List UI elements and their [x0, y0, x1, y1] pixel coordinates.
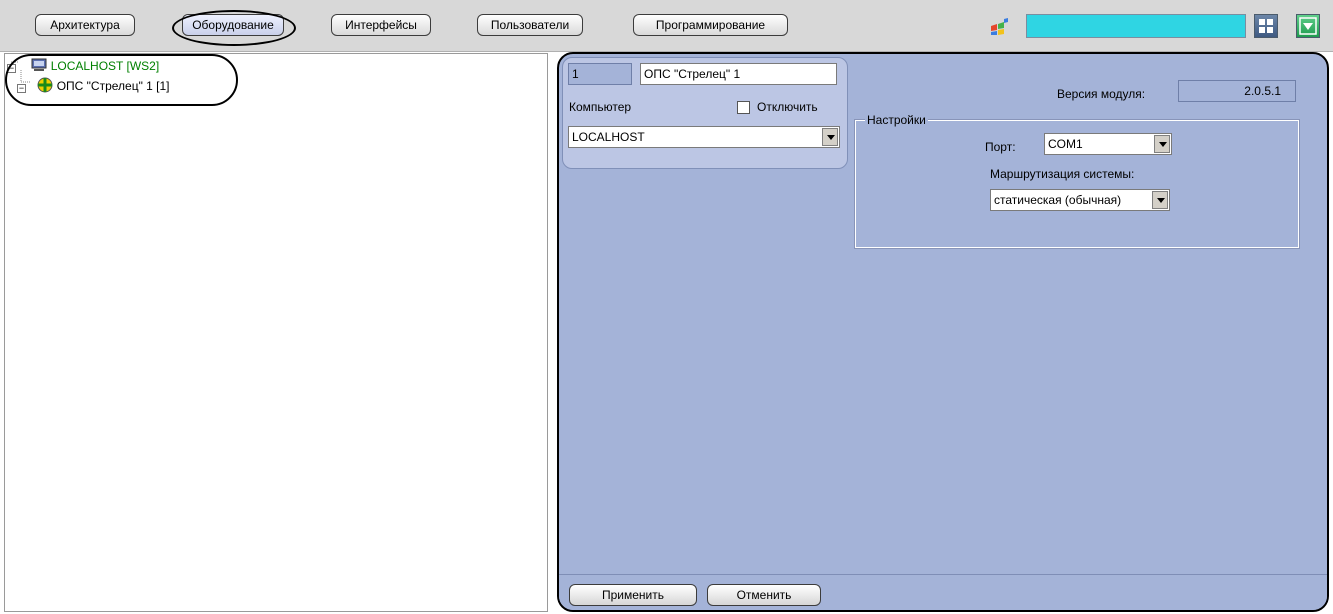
action-bar: Применить Отменить — [559, 574, 1327, 610]
routing-select-value: статическая (обычная) — [994, 193, 1122, 207]
layout-grid-icon[interactable] — [1254, 14, 1278, 38]
settings-panel: 1 ОПС "Стрелец" 1 Компьютер Отключить LO… — [557, 52, 1329, 612]
module-version-field: 2.0.5.1 — [1178, 80, 1296, 102]
object-card: 1 ОПС "Стрелец" 1 Компьютер Отключить LO… — [562, 57, 848, 169]
object-id-field[interactable]: 1 — [568, 63, 632, 85]
computer-select-value: LOCALHOST — [572, 130, 645, 144]
windows-flag-icon[interactable] — [988, 18, 1010, 36]
settings-group-title: Настройки — [865, 113, 928, 127]
tab-equipment[interactable]: Оборудование — [182, 14, 284, 36]
computer-select[interactable]: LOCALHOST — [568, 126, 840, 148]
tree-item-strelets[interactable]: − ОПС "Стрелец" 1 [1] — [17, 74, 170, 93]
tree-item-label: LOCALHOST [WS2] — [50, 59, 160, 73]
top-toolbar: Архитектура Оборудование Интерфейсы Поль… — [0, 0, 1333, 52]
routing-select[interactable]: статическая (обычная) — [990, 189, 1170, 211]
object-name-field[interactable]: ОПС "Стрелец" 1 — [640, 63, 837, 85]
tab-architecture[interactable]: Архитектура — [35, 14, 135, 36]
module-version-label: Версия модуля: — [1057, 87, 1146, 101]
disable-checkbox[interactable] — [737, 101, 750, 114]
chevron-down-icon[interactable] — [1152, 191, 1168, 209]
computer-label: Компьютер — [569, 100, 632, 114]
collapse-toggle-icon[interactable]: − — [17, 84, 26, 93]
tab-interfaces[interactable]: Интерфейсы — [331, 14, 431, 36]
tab-users[interactable]: Пользователи — [477, 14, 583, 36]
port-label: Порт: — [985, 140, 1016, 154]
routing-label: Маршрутизация системы: — [990, 167, 1135, 181]
tree-item-label: ОПС "Стрелец" 1 [1] — [56, 79, 170, 93]
cancel-button[interactable]: Отменить — [707, 584, 821, 606]
chevron-down-icon[interactable] — [822, 128, 838, 146]
strelets-device-icon — [37, 77, 53, 93]
port-select[interactable]: COM1 — [1044, 133, 1172, 155]
disable-label: Отключить — [757, 100, 818, 114]
apply-button[interactable]: Применить — [569, 584, 697, 606]
collapse-toggle-icon[interactable]: − — [7, 64, 16, 73]
dropdown-menu-icon[interactable] — [1296, 14, 1320, 38]
object-tree: − LOCALHOST [WS2] − ОПС "Стрелец" 1 [1] — [4, 53, 548, 612]
chevron-down-icon[interactable] — [1154, 135, 1170, 153]
port-select-value: COM1 — [1048, 137, 1083, 151]
tree-item-localhost[interactable]: − LOCALHOST [WS2] — [7, 56, 160, 73]
search-input[interactable] — [1026, 14, 1246, 38]
computer-icon — [31, 58, 47, 72]
tab-programming[interactable]: Программирование — [633, 14, 788, 36]
